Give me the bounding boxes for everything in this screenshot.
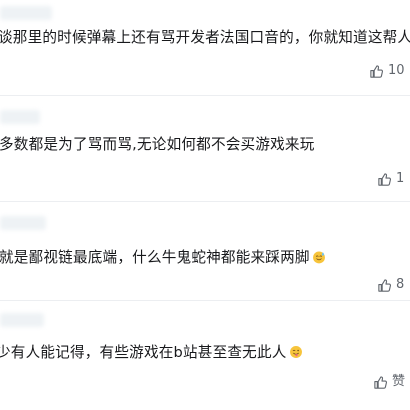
thumbs-up-icon: [374, 375, 388, 389]
thumbs-up-icon: [378, 172, 392, 186]
like-label: 赞: [392, 374, 406, 389]
username-placeholder: [0, 216, 46, 230]
comment-item: 谈那里的时候弹幕上还有骂开发者法国口音的，你就知道这帮人 10: [0, 0, 410, 100]
comment-text-content: 就是鄙视链最底端，什么牛鬼蛇神都能来踩两脚: [0, 249, 310, 266]
comment-text: 谈那里的时候弹幕上还有骂开发者法国口音的，你就知道这帮人: [0, 29, 410, 46]
thumbs-up-icon: [378, 278, 392, 292]
sweat-smile-emoji: [312, 251, 325, 264]
thumbs-up-icon: [370, 64, 384, 78]
username-placeholder: [0, 313, 44, 327]
username-placeholder: [0, 110, 40, 124]
comment-item: 多数都是为了骂而骂,无论如何都不会买游戏来玩 1: [0, 100, 410, 206]
comment-text: 多数都是为了骂而骂,无论如何都不会买游戏来玩: [0, 136, 315, 153]
comment-item: 就是鄙视链最底端，什么牛鬼蛇神都能来踩两脚 8: [0, 206, 410, 306]
like-count: 1: [396, 171, 405, 186]
comment-text-content: 少有人能记得，有些游戏在b站甚至查无此人: [0, 344, 287, 361]
comment-item: 少有人能记得，有些游戏在b站甚至查无此人 赞: [0, 305, 410, 410]
comment-list: 谈那里的时候弹幕上还有骂开发者法国口音的，你就知道这帮人 10 多数都是为了骂而…: [0, 0, 410, 410]
like-count: 10: [388, 63, 405, 78]
like-button[interactable]: 赞: [373, 374, 405, 390]
comment-divider: [0, 300, 410, 301]
comment-divider: [0, 201, 410, 202]
like-count: 8: [396, 277, 405, 292]
like-button[interactable]: 8: [377, 277, 404, 293]
comment-text: 少有人能记得，有些游戏在b站甚至查无此人: [0, 343, 303, 363]
comment-divider: [0, 95, 410, 96]
comment-text: 就是鄙视链最底端，什么牛鬼蛇神都能来踩两脚: [0, 248, 326, 268]
like-button[interactable]: 1: [377, 171, 404, 187]
tongue-out-emoji: [289, 346, 302, 358]
like-button[interactable]: 10: [369, 63, 405, 79]
username-placeholder: [0, 6, 52, 20]
